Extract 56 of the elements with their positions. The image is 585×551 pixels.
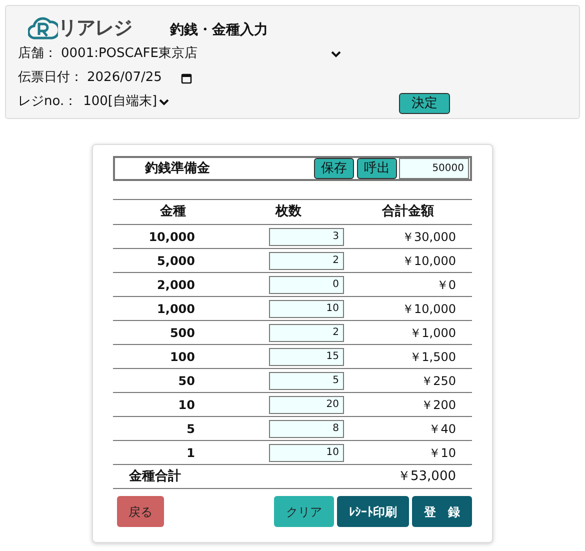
amount-cell: ￥10,000: [402, 254, 456, 268]
count-field[interactable]: 3: [269, 228, 344, 246]
amount-cell: ￥10,000: [402, 302, 456, 316]
count-field[interactable]: 10: [269, 300, 344, 318]
confirm-button[interactable]: 決定: [399, 93, 450, 114]
column-header: 合計金額: [382, 204, 434, 220]
store-select[interactable]: 0001:POSCAFE東京店: [61, 44, 341, 64]
page-title: 釣銭・金種入力: [170, 20, 268, 40]
count-field[interactable]: 0: [269, 276, 344, 294]
count-field[interactable]: 15: [269, 348, 344, 366]
count-field[interactable]: 20: [269, 396, 344, 414]
denomination-cell: 5: [186, 422, 195, 436]
count-field[interactable]: 5: [269, 372, 344, 390]
clear-button[interactable]: クリア: [274, 496, 334, 527]
save-button[interactable]: 保存: [314, 158, 354, 179]
total-amount: ￥53,000: [398, 468, 456, 484]
amount-cell: ￥1,500: [410, 350, 456, 364]
denomination-cell: 1: [186, 446, 195, 460]
count-field[interactable]: 2: [269, 252, 344, 270]
denomination-cell: 500: [170, 326, 195, 340]
column-header: 金種: [160, 204, 186, 220]
denomination-cell: 100: [170, 350, 195, 364]
print-receipt-button[interactable]: ﾚｼｰﾄ印刷: [337, 496, 409, 527]
amount-cell: ￥1,000: [410, 326, 456, 340]
denomination-cell: 10,000: [148, 230, 195, 244]
logo-text: リアレジ: [58, 16, 132, 41]
recall-button[interactable]: 呼出: [357, 158, 397, 179]
calendar-icon: [180, 72, 192, 84]
denomination-cell: 10: [178, 398, 195, 412]
denomination-cell: 50: [178, 374, 195, 388]
amount-cell: ￥250: [421, 374, 456, 388]
amount-cell: ￥0: [436, 278, 456, 292]
date-field[interactable]: 2026/07/25: [87, 68, 192, 88]
register-select[interactable]: 100[自端末]: [83, 92, 170, 112]
reserve-amount-field[interactable]: 50000: [399, 158, 469, 179]
field-label: 伝票日付：: [18, 69, 83, 88]
amount-cell: ￥40: [428, 422, 456, 436]
total-label: 金種合計: [129, 468, 181, 484]
amount-cell: ￥200: [421, 398, 456, 412]
chevron-down-icon: [159, 98, 170, 106]
denomination-cell: 5,000: [157, 254, 195, 268]
denomination-cell: 1,000: [157, 302, 195, 316]
field-label: 店舗：: [18, 45, 57, 64]
denomination-cell: 2,000: [157, 278, 195, 292]
amount-cell: ￥30,000: [402, 230, 456, 244]
reserve-label: 釣銭準備金: [145, 160, 211, 178]
count-field[interactable]: 10: [269, 444, 344, 462]
register-button[interactable]: 登 録: [412, 496, 472, 527]
field-label: レジno.：: [18, 93, 78, 112]
column-header: 枚数: [276, 204, 302, 220]
chevron-down-icon: [331, 50, 341, 58]
cloud-logo-icon: [28, 14, 58, 42]
count-field[interactable]: 2: [269, 324, 344, 342]
count-field[interactable]: 8: [269, 420, 344, 438]
back-button[interactable]: 戻る: [117, 496, 164, 527]
amount-cell: ￥10: [428, 446, 456, 460]
